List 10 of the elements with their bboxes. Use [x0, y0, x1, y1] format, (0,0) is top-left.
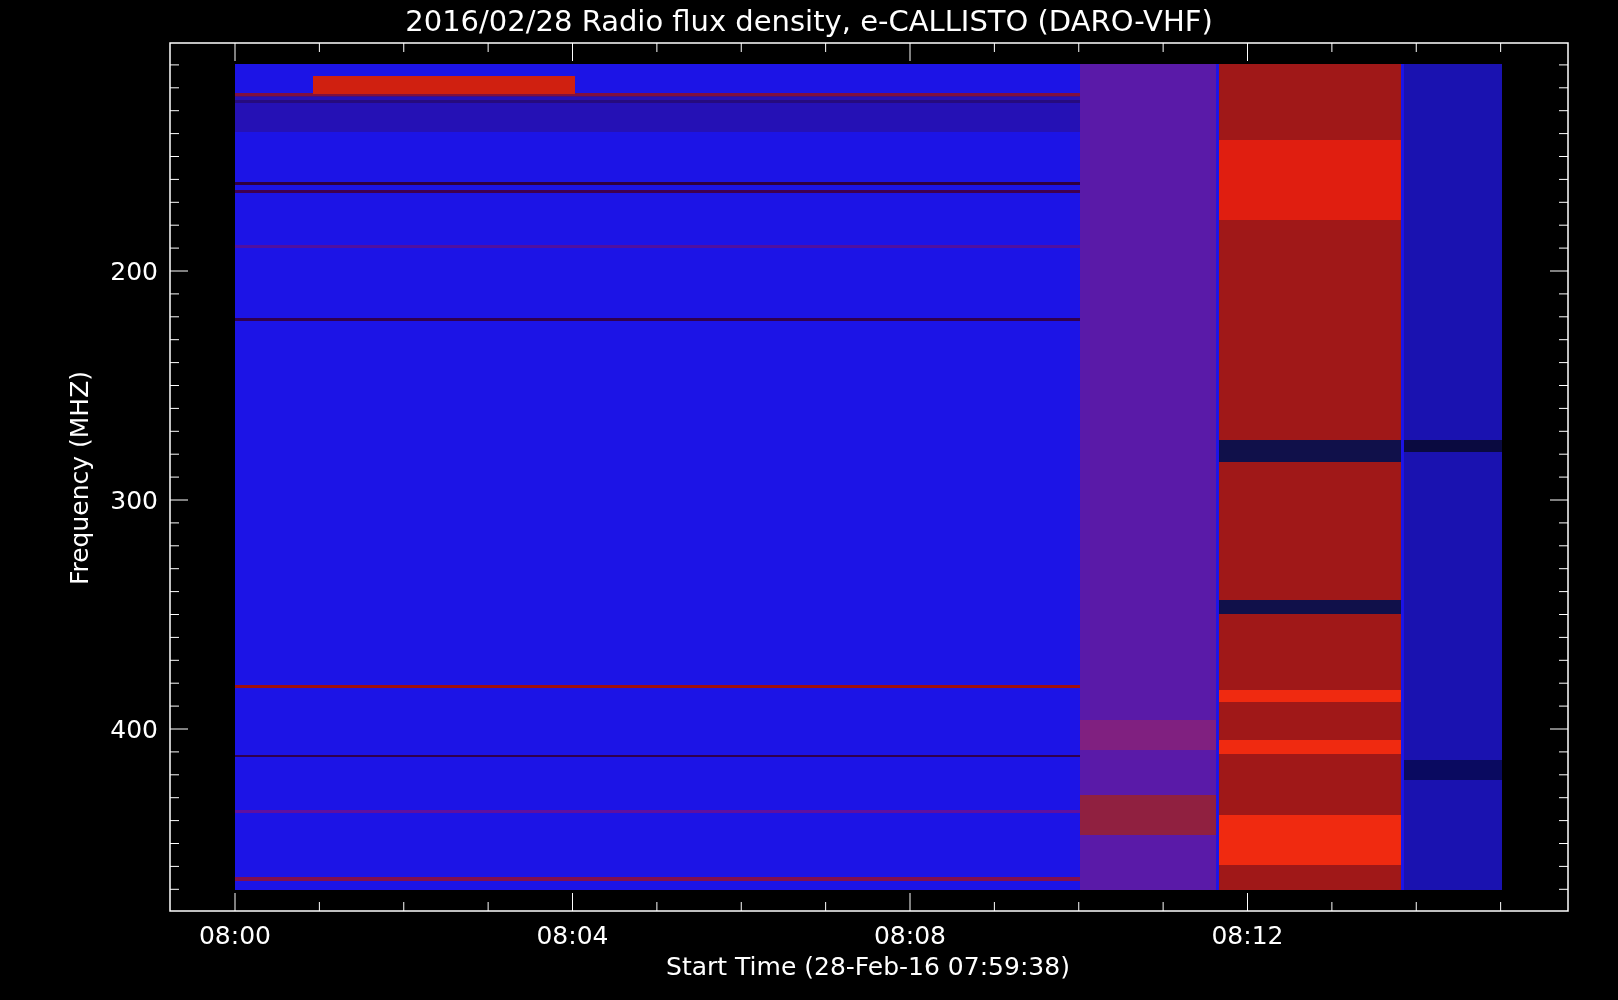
x-tick-label: 08:04: [536, 921, 609, 950]
x-tick-label: 08:00: [199, 921, 271, 950]
y-axis-label: Frequency (MHZ): [65, 370, 94, 586]
y-tick-label: 300: [110, 486, 158, 515]
chart-title: 2016/02/28 Radio flux density, e-CALLISTO (DARO-VHF): [405, 4, 1213, 38]
x-axis-label: Start Time (28-Feb-16 07:59:38): [666, 952, 1070, 981]
y-tick-label: 200: [110, 257, 158, 286]
y-tick-label: 400: [110, 715, 158, 744]
x-tick-label: 08:12: [1211, 921, 1284, 950]
x-tick-label: 08:08: [874, 921, 946, 950]
